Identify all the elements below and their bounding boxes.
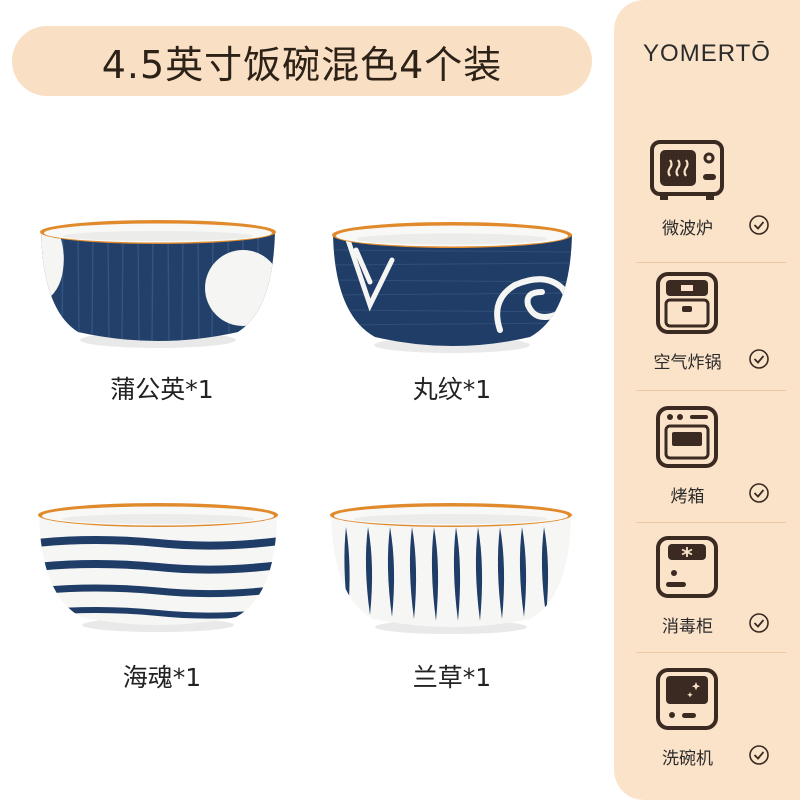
check-circle-icon xyxy=(749,215,769,235)
divider xyxy=(636,522,786,523)
appliance-air-fryer: 空气炸锅 xyxy=(614,272,800,394)
title-banner: 4.5英寸饭碗混色4个装 xyxy=(12,26,592,96)
appliance-label: 烤箱 xyxy=(670,487,705,507)
oven-icon xyxy=(656,406,718,468)
bowl-stripes-image xyxy=(38,503,278,632)
bowl-label: 蒲公英*1 xyxy=(110,375,214,404)
brand-logo: YOMERTŌ xyxy=(643,40,771,67)
appliance-sterilizer: 消毒柜 xyxy=(614,536,800,658)
bowl-orchid-image xyxy=(330,503,572,634)
divider xyxy=(636,262,786,263)
appliance-label: 空气炸锅 xyxy=(653,353,722,373)
air-fryer-icon xyxy=(656,272,718,334)
appliance-label: 消毒柜 xyxy=(662,617,713,637)
bowl-swirl-image xyxy=(332,222,572,353)
appliance-label: 微波炉 xyxy=(662,219,713,239)
bowl-label: 丸纹*1 xyxy=(412,375,492,404)
appliance-oven: 烤箱 xyxy=(614,406,800,528)
check-circle-icon xyxy=(749,483,769,503)
bowl-label: 兰草*1 xyxy=(412,663,492,692)
bowl-label: 海魂*1 xyxy=(122,663,202,692)
divider xyxy=(636,652,786,653)
appliance-label: 洗碗机 xyxy=(662,749,713,769)
page-title: 4.5英寸饭碗混色4个装 xyxy=(101,42,503,87)
microwave-icon xyxy=(650,140,724,200)
appliance-microwave: 微波炉 xyxy=(614,138,800,260)
check-circle-icon xyxy=(749,613,769,633)
check-circle-icon xyxy=(749,349,769,369)
compatibility-sidebar: YOMERTŌ 微波炉 空气炸锅 烤箱 消毒柜 洗碗机 xyxy=(614,0,800,800)
sterilizer-icon xyxy=(656,536,718,598)
bowl-dandelion-image xyxy=(40,220,276,348)
dishwasher-icon xyxy=(656,668,718,730)
divider xyxy=(636,390,786,391)
check-circle-icon xyxy=(749,745,769,765)
appliance-dishwasher: 洗碗机 xyxy=(614,668,800,790)
